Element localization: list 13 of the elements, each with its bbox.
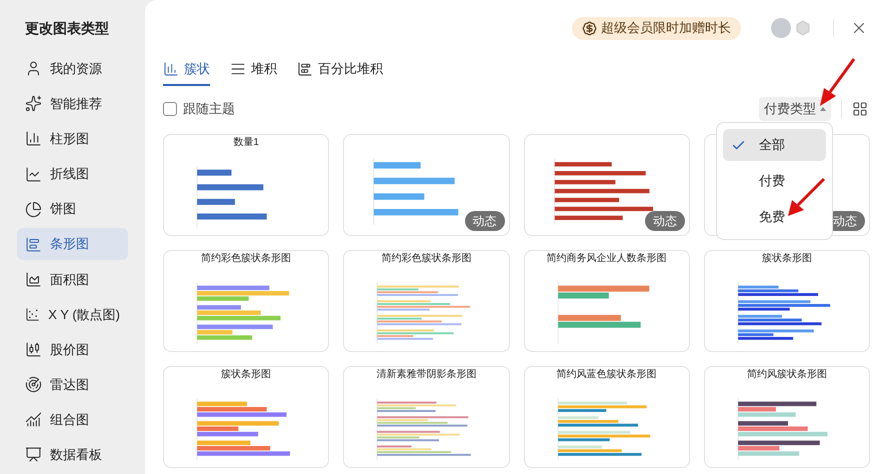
chart-title: 简约彩色簇状条形图 xyxy=(380,253,472,265)
sidebar-title: 更改图表类型 xyxy=(25,19,110,38)
chart-title: 簇状条形图 xyxy=(220,369,272,381)
chart-title: 简约彩色簇状条形图 xyxy=(200,253,292,265)
chart-title: 数量1 xyxy=(232,137,260,149)
chart-title: 简约商务风企业人数条形图 xyxy=(546,253,668,265)
animated-badge: 动态 xyxy=(644,211,685,231)
animated-badge: 动态 xyxy=(464,211,504,231)
checkbox-label: 跟随主题 xyxy=(183,100,235,118)
chart-title: 简约风蓝色簇状条形图 xyxy=(556,369,658,381)
chart-title: 简约风簇状条形图 xyxy=(746,369,828,381)
chart-title: 清新素雅带阴影条形图 xyxy=(375,369,478,381)
chart-title: 簇状条形图 xyxy=(760,253,813,265)
